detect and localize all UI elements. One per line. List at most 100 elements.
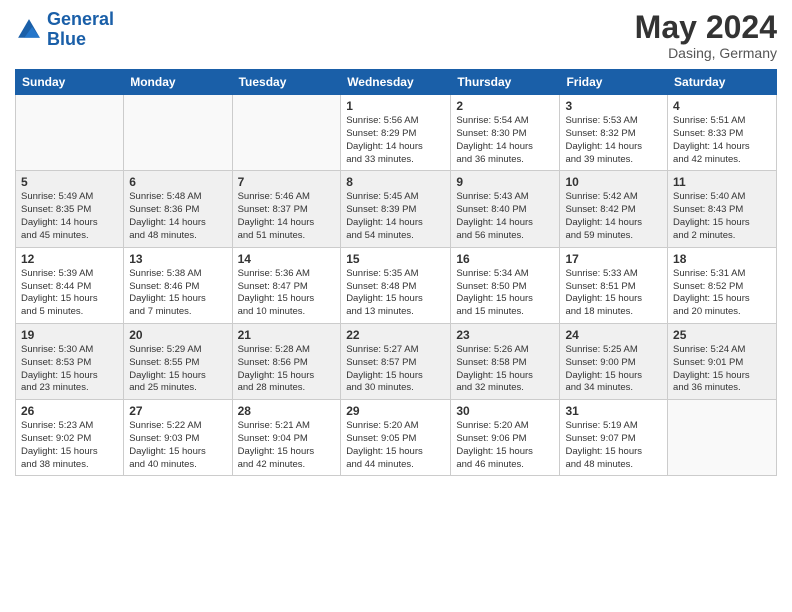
- day-number: 14: [238, 252, 336, 266]
- day-info: Sunrise: 5:36 AM Sunset: 8:47 PM Dayligh…: [238, 268, 336, 319]
- day-info: Sunrise: 5:53 AM Sunset: 8:32 PM Dayligh…: [565, 115, 662, 166]
- logo-icon: [15, 16, 43, 44]
- day-number: 9: [456, 175, 554, 189]
- day-info: Sunrise: 5:56 AM Sunset: 8:29 PM Dayligh…: [346, 115, 445, 166]
- day-header-row: Sunday Monday Tuesday Wednesday Thursday…: [16, 70, 777, 95]
- day-info: Sunrise: 5:26 AM Sunset: 8:58 PM Dayligh…: [456, 344, 554, 395]
- day-cell: 13 Sunrise: 5:38 AM Sunset: 8:46 PM Dayli…: [124, 247, 232, 323]
- day-number: 15: [346, 252, 445, 266]
- day-cell: 1Sunrise: 5:56 AM Sunset: 8:29 PM Daylig…: [341, 95, 451, 171]
- day-cell: 19 Sunrise: 5:30 AM Sunset: 8:53 PM Dayli…: [16, 323, 124, 399]
- day-cell: 30 Sunrise: 5:20 AM Sunset: 9:06 PM Dayli…: [451, 400, 560, 476]
- col-thursday: Thursday: [451, 70, 560, 95]
- page: General Blue May 2024 Dasing, Germany Su…: [0, 0, 792, 486]
- day-info: Sunrise: 5:51 AM Sunset: 8:33 PM Dayligh…: [673, 115, 771, 166]
- day-info: Sunrise: 5:35 AM Sunset: 8:48 PM Dayligh…: [346, 268, 445, 319]
- day-cell: 10Sunrise: 5:42 AM Sunset: 8:42 PM Dayli…: [560, 171, 668, 247]
- day-cell: [668, 400, 777, 476]
- day-number: 22: [346, 328, 445, 342]
- day-number: 29: [346, 404, 445, 418]
- day-cell: 18 Sunrise: 5:31 AM Sunset: 8:52 PM Dayli…: [668, 247, 777, 323]
- day-number: 25: [673, 328, 771, 342]
- day-cell: 2 Sunrise: 5:54 AM Sunset: 8:30 PM Daylig…: [451, 95, 560, 171]
- day-number: 6: [129, 175, 226, 189]
- day-info: Sunrise: 5:31 AM Sunset: 8:52 PM Dayligh…: [673, 268, 771, 319]
- day-cell: 31Sunrise: 5:19 AM Sunset: 9:07 PM Dayli…: [560, 400, 668, 476]
- col-saturday: Saturday: [668, 70, 777, 95]
- day-cell: 8Sunrise: 5:45 AM Sunset: 8:39 PM Daylig…: [341, 171, 451, 247]
- day-info: Sunrise: 5:39 AM Sunset: 8:44 PM Dayligh…: [21, 268, 118, 319]
- day-number: 11: [673, 175, 771, 189]
- day-number: 18: [673, 252, 771, 266]
- day-cell: 17Sunrise: 5:33 AM Sunset: 8:51 PM Dayli…: [560, 247, 668, 323]
- col-sunday: Sunday: [16, 70, 124, 95]
- title-block: May 2024 Dasing, Germany: [635, 10, 777, 61]
- day-number: 5: [21, 175, 118, 189]
- col-friday: Friday: [560, 70, 668, 95]
- day-number: 26: [21, 404, 118, 418]
- day-number: 28: [238, 404, 336, 418]
- day-number: 4: [673, 99, 771, 113]
- day-info: Sunrise: 5:21 AM Sunset: 9:04 PM Dayligh…: [238, 420, 336, 471]
- day-info: Sunrise: 5:40 AM Sunset: 8:43 PM Dayligh…: [673, 191, 771, 242]
- location: Dasing, Germany: [635, 45, 777, 61]
- day-cell: 7Sunrise: 5:46 AM Sunset: 8:37 PM Daylig…: [232, 171, 341, 247]
- week-row-2: 5 Sunrise: 5:49 AM Sunset: 8:35 PM Daylig…: [16, 171, 777, 247]
- day-info: Sunrise: 5:25 AM Sunset: 9:00 PM Dayligh…: [565, 344, 662, 395]
- day-cell: 11 Sunrise: 5:40 AM Sunset: 8:43 PM Dayli…: [668, 171, 777, 247]
- day-cell: 24 Sunrise: 5:25 AM Sunset: 9:00 PM Dayli…: [560, 323, 668, 399]
- day-number: 19: [21, 328, 118, 342]
- calendar: Sunday Monday Tuesday Wednesday Thursday…: [15, 69, 777, 476]
- week-row-1: 1Sunrise: 5:56 AM Sunset: 8:29 PM Daylig…: [16, 95, 777, 171]
- day-cell: 28 Sunrise: 5:21 AM Sunset: 9:04 PM Dayli…: [232, 400, 341, 476]
- day-number: 30: [456, 404, 554, 418]
- day-cell: 22 Sunrise: 5:27 AM Sunset: 8:57 PM Dayli…: [341, 323, 451, 399]
- day-info: Sunrise: 5:42 AM Sunset: 8:42 PM Dayligh…: [565, 191, 662, 242]
- day-cell: 5 Sunrise: 5:49 AM Sunset: 8:35 PM Daylig…: [16, 171, 124, 247]
- day-info: Sunrise: 5:27 AM Sunset: 8:57 PM Dayligh…: [346, 344, 445, 395]
- day-info: Sunrise: 5:54 AM Sunset: 8:30 PM Dayligh…: [456, 115, 554, 166]
- day-cell: 4 Sunrise: 5:51 AM Sunset: 8:33 PM Daylig…: [668, 95, 777, 171]
- day-cell: 21Sunrise: 5:28 AM Sunset: 8:56 PM Dayli…: [232, 323, 341, 399]
- col-wednesday: Wednesday: [341, 70, 451, 95]
- day-info: Sunrise: 5:20 AM Sunset: 9:05 PM Dayligh…: [346, 420, 445, 471]
- day-cell: 25 Sunrise: 5:24 AM Sunset: 9:01 PM Dayli…: [668, 323, 777, 399]
- day-info: Sunrise: 5:38 AM Sunset: 8:46 PM Dayligh…: [129, 268, 226, 319]
- day-cell: 26 Sunrise: 5:23 AM Sunset: 9:02 PM Dayli…: [16, 400, 124, 476]
- day-info: Sunrise: 5:24 AM Sunset: 9:01 PM Dayligh…: [673, 344, 771, 395]
- day-cell: [232, 95, 341, 171]
- day-number: 21: [238, 328, 336, 342]
- day-number: 17: [565, 252, 662, 266]
- day-cell: [124, 95, 232, 171]
- day-number: 24: [565, 328, 662, 342]
- day-info: Sunrise: 5:49 AM Sunset: 8:35 PM Dayligh…: [21, 191, 118, 242]
- day-number: 7: [238, 175, 336, 189]
- day-number: 27: [129, 404, 226, 418]
- logo-general: General: [47, 9, 114, 29]
- month-title: May 2024: [635, 10, 777, 45]
- day-number: 31: [565, 404, 662, 418]
- col-tuesday: Tuesday: [232, 70, 341, 95]
- logo-blue: Blue: [47, 29, 86, 49]
- day-cell: 9 Sunrise: 5:43 AM Sunset: 8:40 PM Daylig…: [451, 171, 560, 247]
- day-info: Sunrise: 5:20 AM Sunset: 9:06 PM Dayligh…: [456, 420, 554, 471]
- day-cell: 29 Sunrise: 5:20 AM Sunset: 9:05 PM Dayli…: [341, 400, 451, 476]
- day-info: Sunrise: 5:29 AM Sunset: 8:55 PM Dayligh…: [129, 344, 226, 395]
- day-number: 13: [129, 252, 226, 266]
- day-info: Sunrise: 5:30 AM Sunset: 8:53 PM Dayligh…: [21, 344, 118, 395]
- day-cell: 27Sunrise: 5:22 AM Sunset: 9:03 PM Dayli…: [124, 400, 232, 476]
- day-number: 2: [456, 99, 554, 113]
- logo: General Blue: [15, 10, 114, 50]
- day-cell: [16, 95, 124, 171]
- day-cell: 23 Sunrise: 5:26 AM Sunset: 8:58 PM Dayli…: [451, 323, 560, 399]
- day-cell: 3Sunrise: 5:53 AM Sunset: 8:32 PM Daylig…: [560, 95, 668, 171]
- day-info: Sunrise: 5:45 AM Sunset: 8:39 PM Dayligh…: [346, 191, 445, 242]
- day-info: Sunrise: 5:48 AM Sunset: 8:36 PM Dayligh…: [129, 191, 226, 242]
- day-info: Sunrise: 5:23 AM Sunset: 9:02 PM Dayligh…: [21, 420, 118, 471]
- week-row-5: 26 Sunrise: 5:23 AM Sunset: 9:02 PM Dayli…: [16, 400, 777, 476]
- day-number: 23: [456, 328, 554, 342]
- day-cell: 16Sunrise: 5:34 AM Sunset: 8:50 PM Dayli…: [451, 247, 560, 323]
- week-row-3: 12Sunrise: 5:39 AM Sunset: 8:44 PM Dayli…: [16, 247, 777, 323]
- day-info: Sunrise: 5:43 AM Sunset: 8:40 PM Dayligh…: [456, 191, 554, 242]
- week-row-4: 19 Sunrise: 5:30 AM Sunset: 8:53 PM Dayli…: [16, 323, 777, 399]
